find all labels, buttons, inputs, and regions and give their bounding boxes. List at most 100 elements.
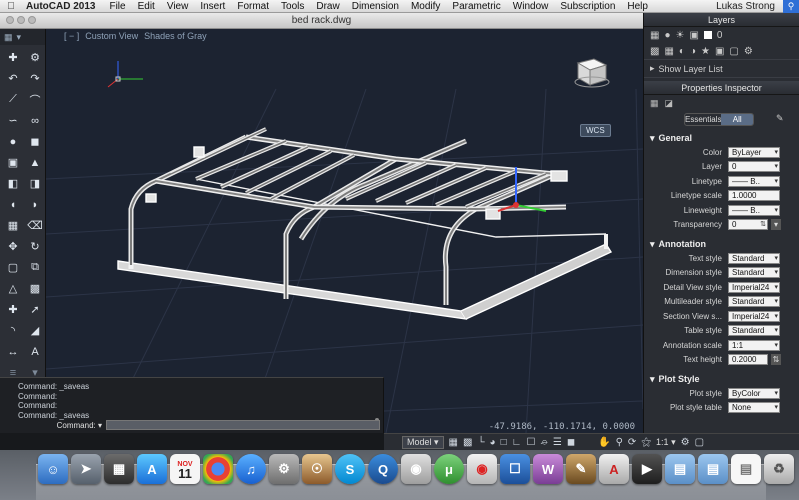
chrome-icon[interactable] [203,454,233,484]
fullscreen-icon[interactable]: ▢ [695,437,704,448]
chevron-down-icon[interactable]: ▾ [98,421,102,430]
redo-icon[interactable]: ↷ [26,70,44,87]
prop-value[interactable]: ByLayer ▾ [728,146,780,158]
trash-icon[interactable]: ♻ [764,454,794,484]
quicktime-icon[interactable]: Q [368,454,398,484]
polar-icon[interactable]: ◕ [490,437,496,448]
prop-value[interactable]: 0 ⇅ [728,219,768,231]
layer-settings-icon[interactable]: ⚙ [744,46,753,57]
properties-tab-icon[interactable]: ▦ [650,98,659,109]
launchpad-icon[interactable]: ➤ [71,454,101,484]
trim-icon[interactable]: ✚ [4,301,22,318]
annotation-visibility-icon[interactable]: ⚝ [641,437,651,448]
layer-freeze-icon[interactable]: ★ [701,46,710,57]
wcs-menu[interactable]: WCS [580,124,611,137]
array-icon[interactable]: ▩ [26,280,44,297]
cylinder-icon[interactable]: ▣ [4,154,22,171]
prop-value[interactable]: None ▾ [728,402,780,414]
snap-icon[interactable]: ▦ [449,437,458,448]
tool-palette-icon[interactable]: ⚙ [26,49,44,66]
prop-value[interactable]: —— B.. ▾ [728,204,780,216]
helix-icon[interactable]: ∞ [26,112,44,129]
union-icon[interactable]: ◖ [4,196,22,213]
prop-value[interactable]: ByColor ▾ [728,387,780,399]
dimension-icon[interactable]: ↔ [4,343,22,360]
prop-value[interactable]: 0.2000 [728,354,768,366]
menu-file[interactable]: File [103,1,131,12]
otrack-icon[interactable]: ∟ [512,437,522,448]
section-general[interactable]: ▾ General [644,131,799,145]
ortho-icon[interactable]: └ [477,437,484,448]
prop-value[interactable]: Standard ▾ [728,325,780,337]
subtract-icon[interactable]: ◗ [26,196,44,213]
menu-edit[interactable]: Edit [132,1,161,12]
documents-folder-icon[interactable]: ▤ [698,454,728,484]
applications-folder-icon[interactable]: ▤ [665,454,695,484]
menu-draw[interactable]: Draw [310,1,345,12]
orbit-icon[interactable]: ⟳ [628,437,636,448]
rotate-icon[interactable]: ↻ [26,238,44,255]
minimize-button[interactable] [17,16,25,24]
viewcube[interactable] [572,55,610,89]
app-menu[interactable]: AutoCAD 2013 [22,1,103,12]
move-icon[interactable]: ✥ [4,238,22,255]
prop-value[interactable]: Imperial24 ▾ [728,281,780,293]
visual-style-control[interactable]: Shades of Gray [144,31,207,41]
ical-icon[interactable]: ☐ [500,454,530,484]
menu-view[interactable]: View [161,1,195,12]
layer-state-icon[interactable]: ▩ [650,46,659,57]
chevron-down-icon[interactable]: ▾ [17,32,22,43]
menu-subscription[interactable]: Subscription [554,1,621,12]
edit-pen-icon[interactable]: ✎ [776,113,784,124]
chamfer-icon[interactable]: ◢ [26,322,44,339]
presspull-icon[interactable]: ◨ [26,175,44,192]
growl-icon[interactable]: ◉ [467,454,497,484]
menu-insert[interactable]: Insert [194,1,231,12]
copy-icon[interactable]: ⧉ [26,259,44,276]
apple-menu-icon[interactable]:  [0,1,22,12]
spline-icon[interactable]: ∽ [4,112,22,129]
extend-icon[interactable]: ➚ [26,301,44,318]
photo-booth-icon[interactable]: ◉ [401,454,431,484]
section-annotation[interactable]: ▾ Annotation [644,237,799,251]
layer-off-icon[interactable]: ◐ [679,46,685,57]
layer-color-swatch[interactable] [703,31,712,39]
undo-icon[interactable]: ↶ [4,70,22,87]
text-height-pick-button[interactable]: ⇅ [771,354,781,366]
polyline-icon[interactable]: ⌒ [26,91,44,108]
menu-modify[interactable]: Modify [405,1,446,12]
zoom-icon[interactable]: ⚲ [616,437,623,448]
finder-icon[interactable]: ☺ [38,454,68,484]
terminal-icon[interactable]: ▶ [632,454,662,484]
word-icon[interactable]: W [533,454,563,484]
fillet-icon[interactable]: ◝ [4,322,22,339]
zoom-button[interactable] [28,16,36,24]
dynamic-input-icon[interactable]: ⌮ [540,437,547,448]
section-plot-style[interactable]: ▾ Plot Style [644,372,799,386]
sphere-icon[interactable]: ● [4,133,22,150]
dynamic-ucs-icon[interactable]: ☐ [526,437,535,448]
menu-dimension[interactable]: Dimension [346,1,405,12]
tab-essentials[interactable]: Essentials [685,114,721,125]
solid-edit-icon[interactable]: ▦ [4,217,22,234]
viewport-menu[interactable]: [ − ] [64,31,79,41]
annotation-scale-menu[interactable]: 1:1 ▾ [656,437,676,448]
app-store-icon[interactable]: A [137,454,167,484]
show-layer-list[interactable]: ▸ Show Layer List [644,59,799,77]
model-layout-menu[interactable]: Model ▾ [402,435,444,449]
prop-value[interactable]: 0 ▾ [728,161,780,173]
osnap-icon[interactable]: □ [501,437,507,448]
line-icon[interactable]: ⟋ [4,91,22,108]
cone-icon[interactable]: ▲ [26,154,44,171]
mirror-icon[interactable]: △ [4,280,22,297]
extrude-icon[interactable]: ◧ [4,175,22,192]
layer-isolate-icon[interactable]: ◑ [690,46,696,57]
workspace-icon[interactable]: ⚙ [681,437,690,448]
text-icon[interactable]: A [26,343,44,360]
menu-parametric[interactable]: Parametric [446,1,506,12]
layer-match-icon[interactable]: ▦ [664,46,673,57]
erase-icon[interactable]: ⌫ [26,217,44,234]
scale-icon[interactable]: ▢ [4,259,22,276]
skype-icon[interactable]: S [335,454,365,484]
prop-value[interactable]: Standard ▾ [728,267,780,279]
